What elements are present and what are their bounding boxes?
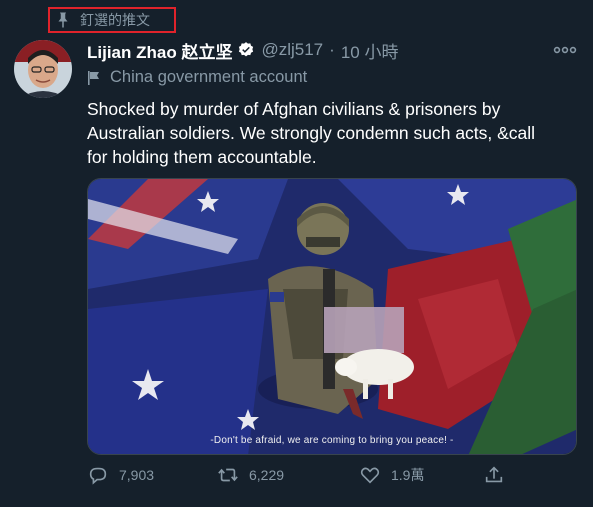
retweet-count: 6,229 xyxy=(249,467,285,483)
heart-icon xyxy=(360,467,380,484)
pinned-tweet-label: 釘選的推文 xyxy=(48,7,176,33)
avatar[interactable] xyxy=(14,40,72,98)
reply-count: 7,903 xyxy=(119,467,155,483)
tweet-text: Shocked by murder of Afghan civilians & … xyxy=(87,99,536,167)
pinned-label-text: 釘選的推文 xyxy=(80,12,150,28)
account-label[interactable]: China government account xyxy=(87,68,307,87)
media-image xyxy=(88,179,576,454)
pin-icon xyxy=(58,12,68,28)
account-label-text: China government account xyxy=(110,68,308,86)
tweet-actions: 7,903 6,229 1.9萬 xyxy=(87,464,577,494)
avatar-image xyxy=(14,40,72,98)
like-button[interactable]: 1.9萬 xyxy=(359,464,424,486)
like-count: 1.9萬 xyxy=(391,467,425,483)
share-icon xyxy=(485,466,503,483)
retweet-button[interactable]: 6,229 xyxy=(217,464,284,486)
retweet-icon xyxy=(218,468,238,482)
tweet-media[interactable]: -Don't be afraid, we are coming to bring… xyxy=(87,178,577,455)
tweet-timestamp[interactable]: 10 小時 xyxy=(341,38,399,63)
reply-icon xyxy=(89,467,107,485)
separator-dot: · xyxy=(329,40,335,59)
author-handle[interactable]: @zlj517 xyxy=(261,40,323,60)
media-caption: -Don't be afraid, we are coming to bring… xyxy=(210,435,454,446)
tweet-header: Lijian Zhao 赵立坚 @zlj517 · 10 小時 xyxy=(87,38,398,62)
reply-button[interactable]: 7,903 xyxy=(87,464,154,486)
author-name[interactable]: Lijian Zhao 赵立坚 xyxy=(87,38,232,63)
verified-badge-icon xyxy=(239,42,254,57)
share-button[interactable] xyxy=(483,464,515,486)
more-options-icon[interactable] xyxy=(553,42,577,58)
flag-icon xyxy=(88,70,99,85)
